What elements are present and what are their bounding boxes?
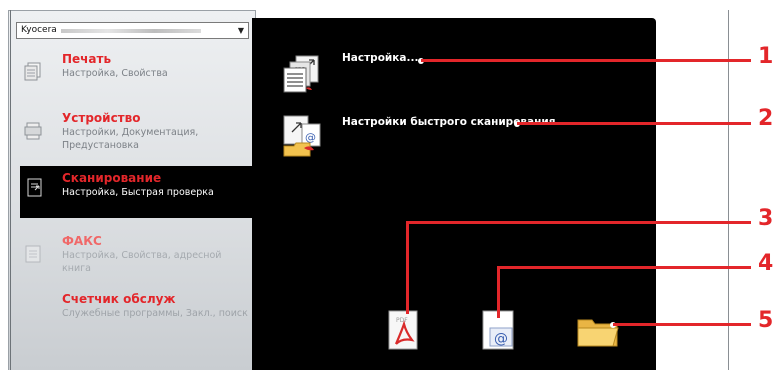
callout-number: 2 bbox=[758, 106, 774, 131]
sidebar-item-label: Устройство bbox=[62, 111, 141, 125]
sidebar-item-subtitle: Настройка, Свойства bbox=[62, 68, 168, 79]
blurred-device-model bbox=[61, 29, 201, 33]
callout-line bbox=[406, 221, 751, 224]
device-select-value: Kyocera bbox=[21, 25, 57, 35]
fax-icon bbox=[25, 245, 41, 263]
callout-line bbox=[497, 266, 500, 318]
callout-number: 5 bbox=[758, 308, 774, 333]
sidebar-item-print[interactable]: Печать Настройка, Свойства bbox=[22, 52, 250, 92]
counter-icon bbox=[24, 302, 42, 322]
svg-text:@: @ bbox=[494, 331, 508, 347]
chevron-down-icon[interactable]: ▼ bbox=[238, 23, 244, 38]
sidebar-item-scan[interactable]: Сканирование Настройка, Быстрая проверка bbox=[20, 166, 256, 218]
device-select[interactable]: Kyocera ▼ bbox=[16, 22, 249, 39]
callout-line bbox=[613, 323, 751, 326]
sidebar-item-counter[interactable]: Счетчик обслуж Служебные программы, Закл… bbox=[22, 292, 250, 334]
callout-line bbox=[421, 59, 751, 62]
callout-number: 3 bbox=[758, 206, 774, 231]
callout-line bbox=[517, 122, 751, 125]
svg-text:PDF: PDF bbox=[396, 317, 408, 324]
scan-to-pdf-icon[interactable]: PDF bbox=[388, 310, 418, 350]
scan-to-folder-icon[interactable] bbox=[576, 316, 620, 348]
callout-number: 4 bbox=[758, 251, 774, 276]
sidebar-item-subtitle: Настройка, Свойства, адресной книга bbox=[62, 250, 222, 274]
scan-settings-icon[interactable]: PDF bbox=[282, 54, 322, 94]
print-icon bbox=[24, 62, 41, 81]
window-border bbox=[728, 10, 729, 370]
sidebar-item-label: Счетчик обслуж bbox=[62, 292, 176, 306]
scan-icon bbox=[27, 178, 42, 197]
sidebar-item-subtitle: Настройки, Документация, Предустановка bbox=[62, 127, 199, 151]
sidebar-item-label: Печать bbox=[62, 52, 112, 66]
callout-line bbox=[497, 266, 751, 269]
sidebar-item-label: ФАКС bbox=[62, 234, 102, 248]
quick-scan-settings-icon[interactable]: @ bbox=[282, 114, 322, 158]
sidebar-item-device[interactable]: Устройство Настройки, Документация, Пред… bbox=[22, 111, 250, 157]
sidebar-item-fax[interactable]: ФАКС Настройка, Свойства, адресной книга bbox=[22, 234, 250, 276]
sidebar-item-label: Сканирование bbox=[62, 171, 162, 185]
sidebar-border bbox=[10, 10, 11, 370]
sidebar-item-subtitle: Настройка, Быстрая проверка bbox=[62, 187, 214, 198]
svg-text:@: @ bbox=[305, 131, 316, 144]
sidebar-item-subtitle: Служебные программы, Закл., поиск bbox=[62, 308, 248, 319]
scan-settings-link[interactable]: Настройка... bbox=[342, 52, 418, 64]
scanner-utility-window: Kyocera ▼ Печать Настройка, Свойства Уст… bbox=[0, 0, 782, 370]
device-icon bbox=[24, 122, 42, 140]
callout-number: 1 bbox=[758, 44, 774, 69]
callout-line bbox=[406, 221, 409, 314]
